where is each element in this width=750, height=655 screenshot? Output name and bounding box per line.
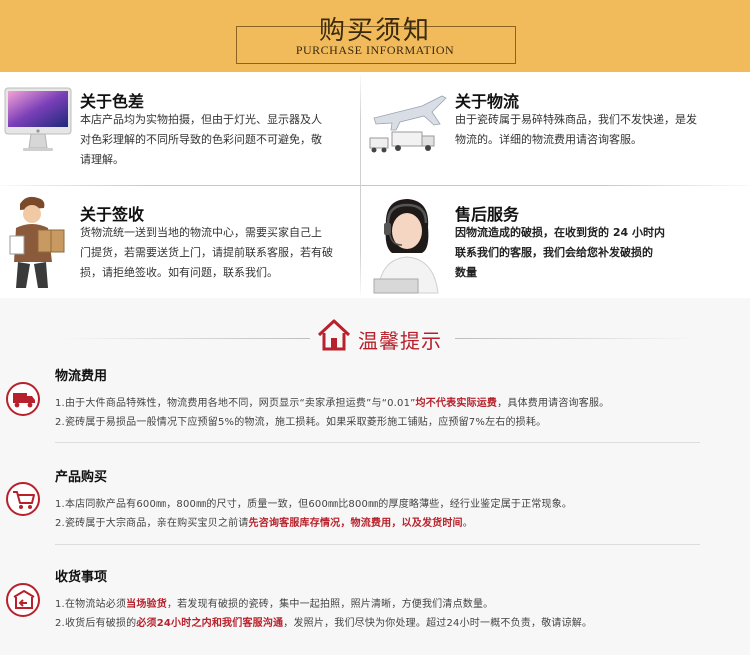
- grid-divider-vertical: [360, 75, 361, 295]
- info-line: 损，请拒绝签收。如有问题，联系我们。: [80, 266, 278, 279]
- info-text-color: 本店产品均为实物拍摄，但由于灯光、显示器及人 对色彩理解的不同所导致的色彩问题不…: [80, 110, 365, 170]
- tip-heading: 收货事项: [55, 570, 108, 585]
- info-line: 因物流造成的破损，在收到货的 24 小时内: [455, 226, 665, 239]
- info-title-logistics: 关于物流: [455, 92, 520, 111]
- page-title: 购买须知: [318, 16, 431, 46]
- return-box-icon: [13, 590, 35, 609]
- customer-service-icon: [373, 199, 439, 294]
- tip-line: 2.收货后有破损的必须24小时之内和我们客服沟通，发照片，我们尽快为你处理。超过…: [55, 614, 592, 629]
- info-title-after-sales: 售后服务: [455, 205, 520, 224]
- info-line: 本店产品均为实物拍摄，但由于灯光、显示器及人: [80, 113, 322, 126]
- page-subtitle: PURCHASE INFORMATION: [295, 43, 455, 57]
- info-line: 门提货，若需要送货上门，请提前联系客服，若有破: [80, 246, 333, 259]
- tips-divider-left: [60, 338, 310, 339]
- tips-title: 温馨提示: [358, 329, 442, 353]
- grid-divider-horizontal: [0, 185, 750, 186]
- tip-highlight: 先咨询客服库存情况，物流费用，以及发货时间: [248, 518, 463, 529]
- tip-text: 1.由于大件商品特殊性，物流费用各地不同，网页显示“卖家承担运费”与“0.01”: [55, 398, 416, 409]
- tip-text: 2.收货后有破损的: [55, 618, 137, 629]
- info-line: 物流的。详细的物流费用请咨询客服。: [455, 133, 642, 146]
- info-text-signing: 货物流统一送到当地的物流中心，需要买家自己上 门提货，若需要送货上门，请提前联系…: [80, 223, 365, 283]
- info-line: 对色彩理解的不同所导致的色彩问题不可避免，敬: [80, 133, 322, 146]
- tip-divider: [55, 544, 700, 545]
- info-line: 请理解。: [80, 153, 124, 166]
- imac-computer-icon: [4, 87, 72, 151]
- info-line: 联系我们的客服，我们会给您补发破损的: [455, 246, 653, 259]
- tip-text: 1.在物流站必须: [55, 599, 127, 610]
- tip-text: ，具体费用请咨询客服。: [497, 398, 610, 409]
- tips-divider-right: [455, 338, 695, 339]
- shopping-cart-icon: [13, 491, 35, 509]
- tip-text: 2.瓷砖属于大宗商品，亲在购买宝贝之前请: [55, 518, 249, 529]
- tip-highlight: 当场验货: [126, 599, 167, 610]
- tip-line: 1.在物流站必须当场验货，若发现有破损的瓷砖，集中一起拍照，照片清晰，方便我们清…: [55, 595, 493, 610]
- tip-line: 1.本店同款产品有600㎜，800㎜的尺寸，质量一致，但600㎜比800㎜的厚度…: [55, 499, 573, 510]
- house-icon: [317, 319, 351, 351]
- tip-text: ，发照片，我们尽快为你处理。超过24小时一概不负责，敬请谅解。: [283, 618, 593, 629]
- info-line: 数量: [455, 266, 477, 279]
- info-text-after-sales: 因物流造成的破损，在收到货的 24 小时内 联系我们的客服，我们会给您补发破损的…: [455, 223, 715, 283]
- info-line: 由于瓷砖属于易碎特殊商品，我们不发快递，是发: [455, 113, 697, 126]
- tip-heading: 物流费用: [55, 369, 108, 384]
- delivery-man-icon: [9, 196, 65, 288]
- info-text-logistics: 由于瓷砖属于易碎特殊商品，我们不发快递，是发 物流的。详细的物流费用请咨询客服。: [455, 110, 745, 150]
- tip-line: 1.由于大件商品特殊性，物流费用各地不同，网页显示“卖家承担运费”与“0.01”…: [55, 394, 609, 409]
- airplane-trucks-icon: [369, 95, 447, 153]
- tip-heading: 产品购买: [55, 470, 108, 485]
- tip-divider: [55, 442, 700, 443]
- info-title-color: 关于色差: [80, 92, 145, 111]
- tip-highlight: 必须24小时之内和我们客服沟通: [136, 618, 284, 629]
- tip-text: 。: [462, 518, 473, 529]
- tip-line: 2.瓷砖属于大宗商品，亲在购买宝贝之前请先咨询客服库存情况，物流费用，以及发货时…: [55, 514, 473, 529]
- tip-text: ，若发现有破损的瓷砖，集中一起拍照，照片清晰，方便我们清点数量。: [166, 599, 494, 610]
- info-title-signing: 关于签收: [80, 205, 145, 224]
- info-line: 货物流统一送到当地的物流中心，需要买家自己上: [80, 226, 322, 239]
- tip-line: 2.瓷砖属于易损品一般情况下应预留5%的物流，施工损耗。如果采取菱形施工铺贴，应…: [55, 417, 547, 428]
- tip-highlight: 均不代表实际运费: [415, 398, 498, 409]
- truck-icon: [13, 393, 35, 408]
